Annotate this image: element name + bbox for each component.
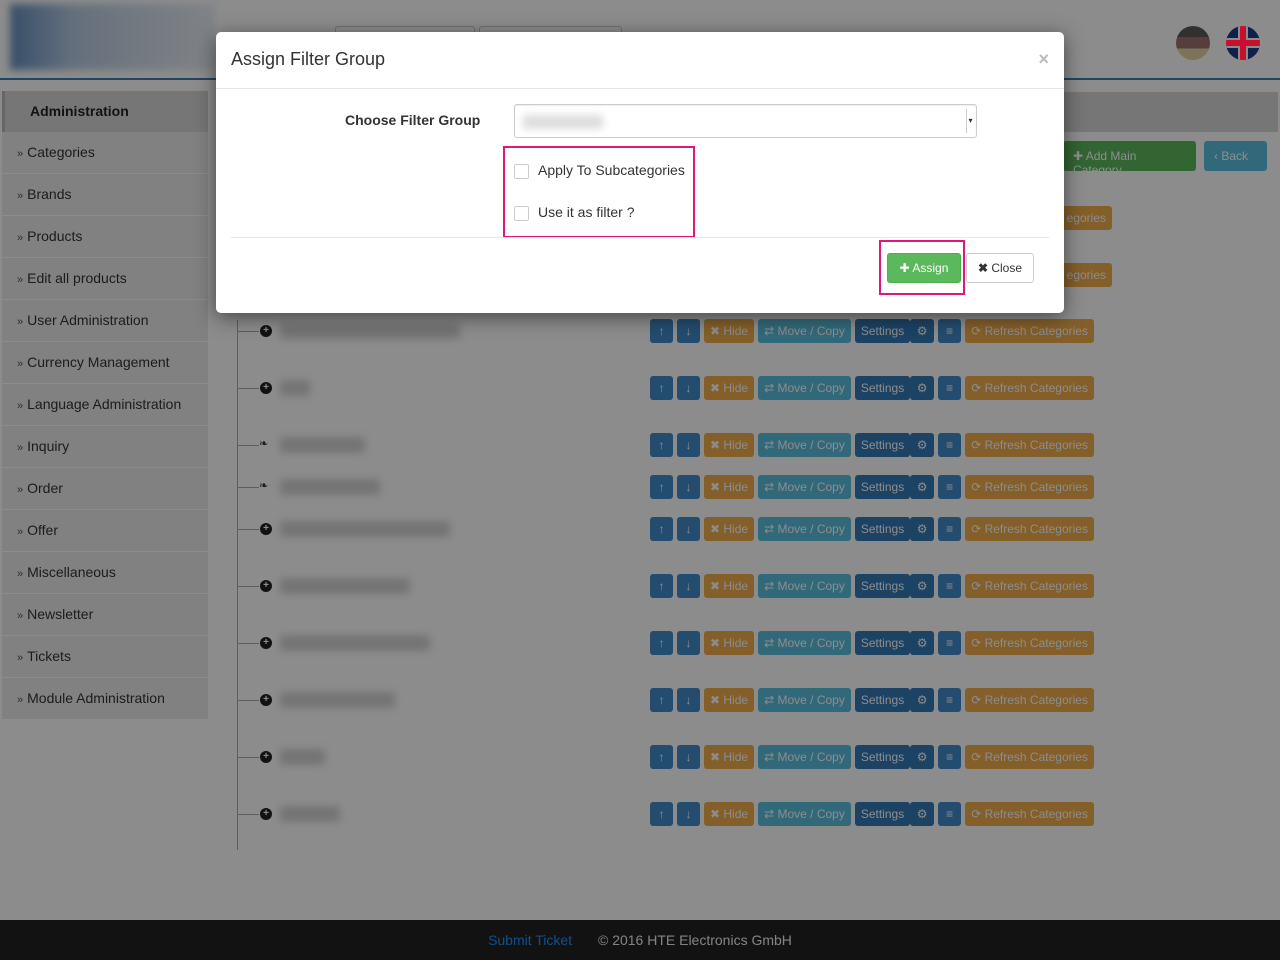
modal-divider	[231, 237, 1049, 238]
use-as-filter-checkbox[interactable]	[514, 205, 529, 221]
modal-title: Assign Filter Group	[231, 49, 386, 69]
filter-group-select[interactable]: ▾	[514, 104, 977, 138]
apply-subcategories-label: Apply To Subcategories	[538, 162, 685, 178]
assign-label: Assign	[912, 261, 949, 275]
dropdown-arrow-icon: ▾	[966, 109, 974, 133]
apply-subcategories-option[interactable]: Apply To Subcategories	[514, 162, 685, 179]
use-as-filter-label: Use it as filter ?	[538, 204, 635, 220]
close-button[interactable]: ✖ Close	[966, 253, 1034, 283]
use-as-filter-option[interactable]: Use it as filter ?	[514, 204, 634, 221]
plus-icon: ✚	[899, 261, 913, 275]
assign-button[interactable]: ✚ Assign	[887, 253, 961, 283]
close-icon: ✖	[977, 261, 992, 275]
apply-subcategories-checkbox[interactable]	[514, 163, 529, 179]
close-icon[interactable]: ×	[1038, 49, 1049, 70]
assign-filter-group-modal: Assign Filter Group × Choose Filter Grou…	[216, 32, 1064, 313]
selected-value-redacted	[523, 115, 603, 129]
checkbox-highlight-box	[503, 146, 695, 238]
modal-header: Assign Filter Group ×	[216, 32, 1064, 89]
close-label: Close	[991, 261, 1023, 275]
choose-filter-group-label: Choose Filter Group	[345, 112, 481, 128]
